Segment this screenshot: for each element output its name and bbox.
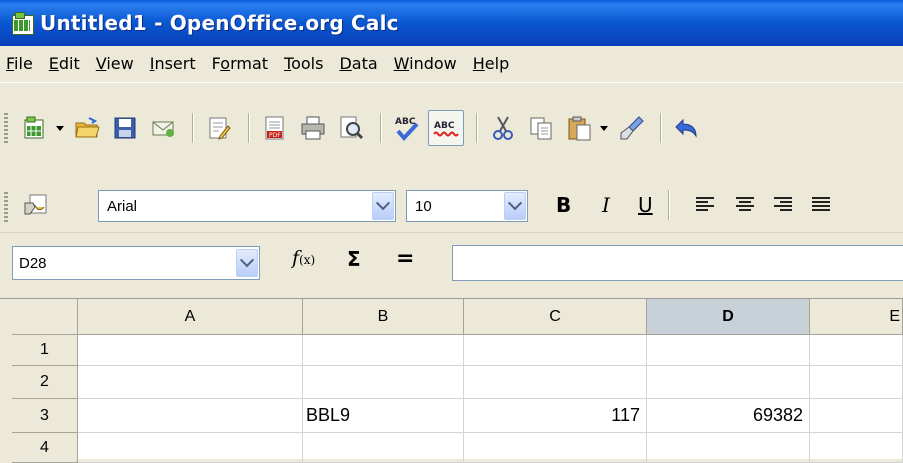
select-all-corner[interactable] [12,299,78,335]
column-header-active[interactable]: D [647,299,810,335]
save-disk-icon[interactable] [108,111,142,145]
cell[interactable] [78,335,303,366]
export-pdf-icon[interactable]: PDF [258,111,292,145]
cell[interactable] [647,433,810,463]
menu-insert[interactable]: Insert [142,46,204,82]
cell[interactable] [464,335,647,366]
cell[interactable] [78,399,303,433]
menu-window[interactable]: Window [386,46,465,82]
column-header[interactable]: C [464,299,647,335]
cut-scissors-icon[interactable] [486,111,520,145]
title-bar: Untitled1 - OpenOffice.org Calc [0,0,903,46]
menu-help[interactable]: Help [465,46,517,82]
cell[interactable] [647,335,810,366]
function-wizard-button[interactable]: f(x) [292,247,315,269]
column-header[interactable]: A [78,299,303,335]
font-name-value: Arial [107,197,138,215]
spreadsheet-grid: A B C D E 1 2 3 BBL9 117 69382 4 [0,298,903,463]
function-button[interactable]: = [396,246,414,271]
align-right-icon[interactable] [774,197,792,213]
row-header[interactable]: 1 [12,335,78,366]
clone-formatting-brush-icon[interactable] [614,111,648,145]
cell[interactable]: 117 [464,399,647,433]
font-name-dropdown-button[interactable] [372,192,394,220]
justify-icon[interactable] [812,197,830,213]
open-folder-icon[interactable] [70,111,104,145]
align-center-icon[interactable] [736,197,754,213]
print-icon[interactable] [296,111,330,145]
cell[interactable] [464,433,647,463]
italic-button[interactable]: I [602,192,610,218]
align-left-icon[interactable] [696,197,714,213]
menu-format[interactable]: Format [204,46,276,82]
font-size-dropdown-button[interactable] [504,192,526,220]
underline-button[interactable]: U [638,192,653,218]
formula-bar: D28 f(x) Σ = [0,232,903,299]
svg-text:ABC: ABC [395,117,416,127]
menu-view[interactable]: View [88,46,142,82]
chevron-down-icon [239,253,255,268]
name-box-value: D28 [19,254,47,272]
row-header[interactable]: 2 [12,366,78,399]
chevron-down-icon [507,196,523,211]
cell[interactable] [78,433,303,463]
font-name-combo[interactable]: Arial [98,190,396,222]
window-title: Untitled1 - OpenOffice.org Calc [40,11,399,35]
column-header[interactable]: B [303,299,464,335]
toolbar-grip[interactable] [4,192,8,222]
svg-text:PDF: PDF [269,132,281,139]
cell[interactable] [303,433,464,463]
font-size-value: 10 [415,197,432,215]
toolbar-grip[interactable] [4,113,8,143]
row-header[interactable]: 4 [12,433,78,463]
bold-button[interactable]: B [556,192,571,218]
spellcheck-icon[interactable]: ABC [390,111,424,145]
cell[interactable]: BBL9 [303,399,464,433]
cell[interactable] [78,366,303,399]
new-document-icon[interactable] [18,111,52,145]
copy-icon[interactable] [524,111,558,145]
name-box[interactable]: D28 [12,246,260,280]
chevron-down-icon [375,196,391,211]
cell[interactable]: 69382 [647,399,810,433]
font-size-combo[interactable]: 10 [406,190,528,222]
cell[interactable] [464,366,647,399]
paste-dropdown-arrow-icon[interactable] [600,125,608,131]
cell[interactable] [810,366,903,399]
new-dropdown-arrow-icon[interactable] [56,125,64,131]
formula-input[interactable] [452,245,903,281]
menu-file[interactable]: File [0,46,41,82]
standard-toolbar: PDF ABC ABC [0,82,903,181]
menu-bar: File Edit View Insert Format Tools Data … [0,46,903,82]
undo-arrow-icon[interactable] [670,111,704,145]
styles-formatting-icon[interactable] [22,191,50,223]
svg-text:ABC: ABC [434,121,455,131]
cell[interactable] [647,366,810,399]
edit-file-icon[interactable] [202,111,236,145]
menu-data[interactable]: Data [331,46,385,82]
cell[interactable] [810,335,903,366]
row-header[interactable]: 3 [12,399,78,433]
formatting-toolbar: Arial 10 B I U [0,180,903,232]
menu-edit[interactable]: Edit [41,46,88,82]
page-preview-icon[interactable] [334,111,368,145]
menu-tools[interactable]: Tools [276,46,331,82]
cell[interactable] [810,399,903,433]
cell[interactable] [810,433,903,463]
name-box-dropdown-button[interactable] [236,249,258,277]
email-document-icon[interactable] [146,111,180,145]
paste-icon[interactable] [562,111,596,145]
autospellcheck-icon[interactable]: ABC [428,110,464,146]
cell[interactable] [303,366,464,399]
sum-button[interactable]: Σ [347,247,361,271]
cell[interactable] [303,335,464,366]
column-header[interactable]: E [810,299,903,335]
calc-app-icon [12,12,34,35]
